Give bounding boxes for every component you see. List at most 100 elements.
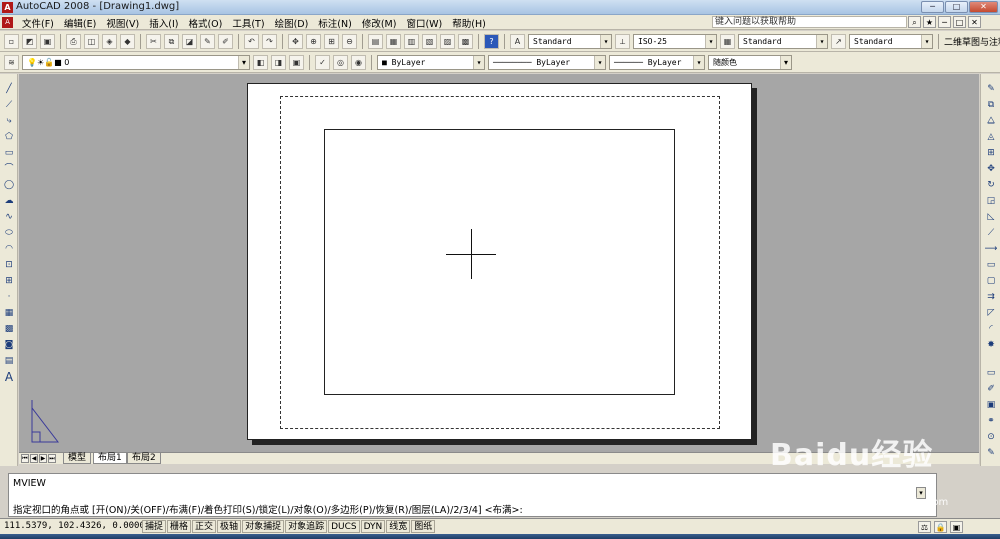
menu-format[interactable]: 格式(O): [188, 16, 222, 30]
markup-icon[interactable]: ▨: [440, 33, 455, 49]
table-icon[interactable]: ▤: [2, 354, 16, 368]
workspace-select[interactable]: 二维草图与注释: [944, 35, 1000, 48]
design-center-icon[interactable]: ▦: [386, 33, 401, 49]
gradient-icon[interactable]: ▩: [2, 322, 16, 336]
menu-modify[interactable]: 修改(M): [362, 16, 397, 30]
point-icon[interactable]: ·: [2, 290, 16, 304]
ellipse-icon[interactable]: ⬭: [2, 226, 16, 240]
toggle-polar[interactable]: 极轴: [217, 520, 242, 533]
dim-style-select[interactable]: ISO-25: [633, 33, 717, 49]
tab-layout2[interactable]: 布局2: [127, 453, 161, 464]
break-icon[interactable]: ▢: [984, 274, 998, 288]
autocad-app-icon[interactable]: A: [2, 2, 13, 13]
offset-icon[interactable]: ◬: [984, 130, 998, 144]
command-window[interactable]: MVIEW 指定视口的角点或 [开(ON)/关(OFF)/布满(F)/着色打印(…: [8, 473, 937, 517]
lock-ui-icon[interactable]: 🔒: [934, 521, 947, 533]
circle-icon[interactable]: ◯: [2, 178, 16, 192]
mleader-style-icon[interactable]: ↗: [831, 33, 846, 49]
make-current-layer-icon[interactable]: ◧: [253, 54, 268, 70]
plot-style-select[interactable]: 随颜色: [708, 54, 792, 70]
save-icon[interactable]: ▣: [40, 33, 55, 49]
cursor-coordinates[interactable]: 111.5379, 102.4326, 0.0000: [4, 521, 145, 531]
layer-states-icon[interactable]: ▣: [289, 54, 304, 70]
block-editor-icon[interactable]: ✐: [218, 33, 233, 49]
publish-icon[interactable]: ◈: [102, 33, 117, 49]
open-file-icon[interactable]: ◩: [22, 33, 37, 49]
copy-icon[interactable]: ⧉: [164, 33, 179, 49]
scale-icon[interactable]: ◲: [984, 194, 998, 208]
mirror-icon[interactable]: ⧋: [984, 114, 998, 128]
region-icon[interactable]: ◙: [2, 338, 16, 352]
make-block-icon[interactable]: ⊞: [2, 274, 16, 288]
tab-prev-icon[interactable]: ◀: [30, 454, 38, 463]
menu-insert[interactable]: 插入(I): [149, 16, 178, 30]
layer-manager-icon[interactable]: ≋: [4, 54, 19, 70]
menu-draw[interactable]: 绘图(D): [275, 16, 309, 30]
calculator-icon[interactable]: ▩: [458, 33, 473, 49]
favorites-star-icon[interactable]: ★: [923, 16, 936, 28]
zoom-window-icon[interactable]: ⊞: [324, 33, 339, 49]
layer-isolate-icon[interactable]: ◎: [333, 54, 348, 70]
fillet-icon[interactable]: ◜: [984, 322, 998, 336]
chamfer-icon[interactable]: ◸: [984, 306, 998, 320]
menu-file[interactable]: 文件(F): [22, 16, 54, 30]
command-prompt-line[interactable]: 指定视口的角点或 [开(ON)/关(OFF)/布满(F)/着色打印(S)/锁定(…: [13, 502, 523, 516]
rotate-icon[interactable]: ↻: [984, 178, 998, 192]
match-properties-icon[interactable]: ✎: [200, 33, 215, 49]
move-icon[interactable]: ✥: [984, 162, 998, 176]
rectangle-icon[interactable]: ▭: [2, 146, 16, 160]
lock-icon[interactable]: ⊙: [984, 430, 998, 444]
polygon-icon[interactable]: ⬠: [2, 130, 16, 144]
trim-icon[interactable]: ⟋: [984, 226, 998, 240]
layer-previous-icon[interactable]: ◨: [271, 54, 286, 70]
menu-edit[interactable]: 编辑(E): [64, 16, 96, 30]
erase-icon[interactable]: ✎: [984, 82, 998, 96]
help-search-input[interactable]: 键入问题以获取帮助: [712, 16, 907, 28]
text-style-select[interactable]: Standard: [528, 33, 612, 49]
toggle-dyn[interactable]: DYN: [360, 520, 386, 533]
tab-first-icon[interactable]: ⏮: [21, 454, 29, 463]
print-icon[interactable]: ⎙: [66, 33, 81, 49]
minimize-button[interactable]: ─: [921, 1, 944, 13]
tab-model[interactable]: 模型: [63, 453, 92, 464]
search-icon[interactable]: ⌕: [908, 16, 921, 28]
group-icon[interactable]: ⚭: [984, 414, 998, 428]
polyline-icon[interactable]: ⤷: [2, 114, 16, 128]
menu-dimension[interactable]: 标注(N): [318, 16, 352, 30]
toggle-otrack[interactable]: 对象追踪: [285, 520, 328, 533]
menu-tools[interactable]: 工具(T): [232, 16, 264, 30]
toggle-grid[interactable]: 栅格: [167, 520, 192, 533]
draworder-icon[interactable]: ▭: [984, 366, 998, 380]
paste-icon[interactable]: ◪: [182, 33, 197, 49]
toggle-snap[interactable]: 捕捉: [142, 520, 167, 533]
clean-screen-icon[interactable]: ▣: [950, 521, 963, 533]
redo-icon[interactable]: ↷: [262, 33, 277, 49]
revision-cloud-icon[interactable]: ☁: [2, 194, 16, 208]
toggle-ducs[interactable]: DUCS: [328, 520, 360, 533]
tool-palettes-icon[interactable]: ▥: [404, 33, 419, 49]
save-view-icon[interactable]: ▣: [984, 398, 998, 412]
toggle-osnap[interactable]: 对象捕捉: [242, 520, 285, 533]
tab-layout1[interactable]: 布局1: [93, 453, 127, 464]
undo-icon[interactable]: ↶: [244, 33, 259, 49]
layout-viewport[interactable]: [324, 129, 675, 395]
text-edit-icon[interactable]: ✎: [984, 446, 998, 460]
markup-pen-icon[interactable]: ✐: [984, 382, 998, 396]
arc-icon[interactable]: ⌒: [2, 162, 16, 176]
3d-dwf-icon[interactable]: ◆: [120, 33, 135, 49]
match-layer-icon[interactable]: ✓: [315, 54, 330, 70]
properties-icon[interactable]: ▤: [368, 33, 383, 49]
toggle-ortho[interactable]: 正交: [192, 520, 217, 533]
multiline-text-icon[interactable]: A: [2, 370, 16, 384]
maximize-button[interactable]: □: [945, 1, 968, 13]
doc-close-button[interactable]: ✕: [968, 16, 981, 28]
stretch-icon[interactable]: ◺: [984, 210, 998, 224]
tab-next-icon[interactable]: ▶: [39, 454, 47, 463]
ellipse-arc-icon[interactable]: ◠: [2, 242, 16, 256]
cut-icon[interactable]: ✂: [146, 33, 161, 49]
copy-object-icon[interactable]: ⧉: [984, 98, 998, 112]
table-style-select[interactable]: Standard: [738, 33, 828, 49]
join-icon[interactable]: ⇉: [984, 290, 998, 304]
zoom-realtime-icon[interactable]: ⊕: [306, 33, 321, 49]
doc-restore-button[interactable]: □: [953, 16, 966, 28]
